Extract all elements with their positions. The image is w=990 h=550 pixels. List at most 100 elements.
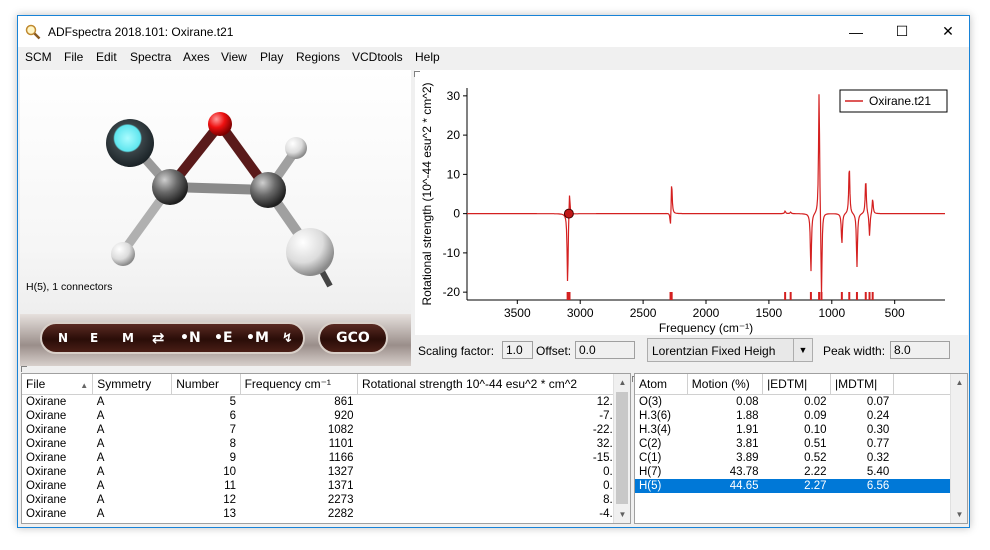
selection-status: H(5), 1 connectors: [26, 281, 113, 293]
table-cell: 0.67: [357, 479, 629, 493]
viewer-toolbar: N E M ⇄ •N •E •M ↯ GCO: [20, 314, 411, 366]
menu-help[interactable]: Help: [415, 50, 440, 64]
menu-bar: SCM File Edit Spectra Axes View Play Reg…: [18, 47, 969, 67]
table-row[interactable]: Oxirane A 10 13270.42: [22, 465, 630, 479]
table-cell: 7: [229, 423, 237, 436]
table-row[interactable]: H(5) 44.65 2.27 6.56: [635, 478, 967, 493]
table-cell: Oxirane: [26, 423, 67, 436]
table-row[interactable]: Oxirane A 8 1101 32.47: [22, 437, 630, 451]
col-rotational-strength[interactable]: Rotational strength 10^-44 esu^2 * cm^2: [357, 374, 630, 395]
menu-vcdtools[interactable]: VCDtools: [352, 50, 403, 64]
col-number[interactable]: Number: [171, 374, 241, 395]
menu-edit[interactable]: Edit: [96, 50, 117, 64]
minimize-button[interactable]: —: [833, 16, 879, 47]
table-row[interactable]: H.3(6) 1.88 0.09 0.24: [635, 409, 967, 423]
table-row[interactable]: Oxirane A 7 1082 -22.73: [22, 423, 630, 437]
scroll-up-icon[interactable]: ▲: [951, 374, 967, 391]
lineshape-select[interactable]: Lorentzian Fixed Heigh: [647, 338, 813, 362]
table-row[interactable]: Oxirane A 6 920-7.93: [22, 409, 630, 423]
molecule-canvas[interactable]: [20, 70, 411, 314]
scroll-up-icon[interactable]: ▲: [614, 374, 630, 391]
molecule-viewer[interactable]: H(5), 1 connectors N E M ⇄ •N •E •M ↯ GC…: [20, 70, 411, 366]
table-cell: 0.07: [866, 395, 890, 408]
col-symmetry[interactable]: Symmetry: [92, 374, 173, 395]
atoms-scrollbar[interactable]: ▲ ▼: [950, 374, 967, 523]
col-file[interactable]: File ▲: [22, 374, 94, 395]
table-cell: 13: [223, 507, 237, 520]
title-bar: ADFspectra 2018.101: Oxirane.t21 — ☐ ✕: [18, 16, 969, 47]
offset-input[interactable]: 0.0: [575, 341, 635, 359]
table-cell: 1101: [328, 437, 354, 450]
scroll-down-icon[interactable]: ▼: [951, 506, 967, 523]
menu-regions[interactable]: Regions: [296, 50, 340, 64]
menu-file[interactable]: File: [64, 50, 83, 64]
table-cell: 920: [334, 409, 354, 422]
maximize-button[interactable]: ☐: [879, 16, 925, 47]
table-row[interactable]: Oxirane A 12 22738.81: [22, 493, 630, 507]
table-row[interactable]: Oxirane A 5 861 12.48: [22, 394, 630, 409]
scaling-factor-input[interactable]: 1.0: [502, 341, 533, 359]
modes-table-header: File ▲ Symmetry Number Frequency cm⁻¹ Ro…: [22, 374, 630, 395]
table-row[interactable]: O(3) 0.08 0.02 0.07: [635, 394, 967, 409]
atom-h7[interactable]: [286, 228, 334, 276]
table-cell: 12.48: [596, 395, 626, 408]
table-cell: 9: [229, 451, 237, 464]
dot-m-button[interactable]: •M: [246, 330, 269, 346]
table-row[interactable]: H(7) 43.78 2.22 5.40: [635, 465, 967, 479]
col-motion[interactable]: Motion (%): [687, 374, 764, 395]
chevron-down-icon[interactable]: ▼: [793, 339, 812, 361]
table-cell: 2.27: [762, 478, 831, 493]
scaling-factor-label: Scaling factor:: [418, 344, 495, 358]
table-row[interactable]: C(2) 3.81 0.51 0.77: [635, 437, 967, 451]
menu-scm[interactable]: SCM: [25, 50, 52, 64]
spectrum-plot[interactable]: 30 20 10 0 -10 -20 3500 3000 2500 2000 1500 1000 500…: [415, 70, 968, 335]
e-toggle-button[interactable]: E: [90, 331, 98, 345]
atom-c1[interactable]: [152, 169, 188, 205]
peak-width-input[interactable]: 8.0: [890, 341, 950, 359]
swap-icon[interactable]: ⇄: [152, 329, 165, 347]
spectrum-canvas[interactable]: 30 20 10 0 -10 -20 3500 3000 2500 2000 1500 1000 500…: [415, 70, 968, 335]
atom-h6[interactable]: [285, 137, 307, 159]
table-cell: 6: [229, 409, 237, 422]
n-toggle-button[interactable]: N: [58, 331, 68, 345]
dot-n-button[interactable]: •N: [180, 330, 201, 346]
col-frequency[interactable]: Frequency cm⁻¹: [240, 374, 358, 395]
atom-h4[interactable]: [111, 242, 135, 266]
y-tick-label: 30: [447, 89, 461, 103]
scroll-down-icon[interactable]: ▼: [614, 506, 630, 523]
menu-play[interactable]: Play: [260, 50, 283, 64]
menu-spectra[interactable]: Spectra: [130, 50, 171, 64]
table-row[interactable]: Oxirane A 13 2282-4.55: [22, 507, 630, 521]
table-cell: 5: [229, 395, 237, 408]
menu-axes[interactable]: Axes: [183, 50, 210, 64]
scroll-thumb[interactable]: [616, 392, 628, 504]
offset-label: Offset:: [536, 344, 572, 358]
atom-c2[interactable]: [250, 172, 286, 208]
table-cell: A: [96, 479, 105, 492]
gco-button[interactable]: GCO: [318, 322, 388, 354]
menu-view[interactable]: View: [221, 50, 247, 64]
splitter-handle[interactable]: [21, 366, 27, 372]
m-toggle-button[interactable]: M: [122, 331, 134, 345]
close-button[interactable]: ✕: [925, 16, 969, 47]
table-cell: -22.73: [592, 423, 626, 436]
col-edtm[interactable]: |EDTM|: [762, 374, 832, 395]
modes-scrollbar[interactable]: ▲ ▼: [613, 374, 630, 523]
dot-e-button[interactable]: •E: [214, 330, 233, 346]
y-tick-label: -10: [443, 246, 461, 260]
atom-o3[interactable]: [208, 112, 232, 136]
atom-h5-selected[interactable]: [106, 119, 154, 167]
table-cell: Oxirane: [26, 479, 67, 492]
vector-icon[interactable]: ↯: [282, 331, 293, 346]
table-row[interactable]: Oxirane A 9 1166 -15.07: [22, 451, 630, 465]
selected-peak-marker: [563, 208, 574, 219]
magnifier-app-icon: [25, 24, 41, 40]
table-row[interactable]: C(1) 3.89 0.52 0.32: [635, 451, 967, 465]
splitter-handle[interactable]: [414, 71, 420, 77]
table-cell: 1.88: [736, 409, 759, 422]
col-atom[interactable]: Atom: [635, 374, 688, 395]
table-row[interactable]: Oxirane A 11 13710.67: [22, 479, 630, 493]
table-row[interactable]: H.3(4) 1.91 0.10 0.30: [635, 423, 967, 437]
x-tick-label: 2000: [693, 306, 720, 320]
col-mdtm[interactable]: |MDTM|: [830, 374, 894, 395]
